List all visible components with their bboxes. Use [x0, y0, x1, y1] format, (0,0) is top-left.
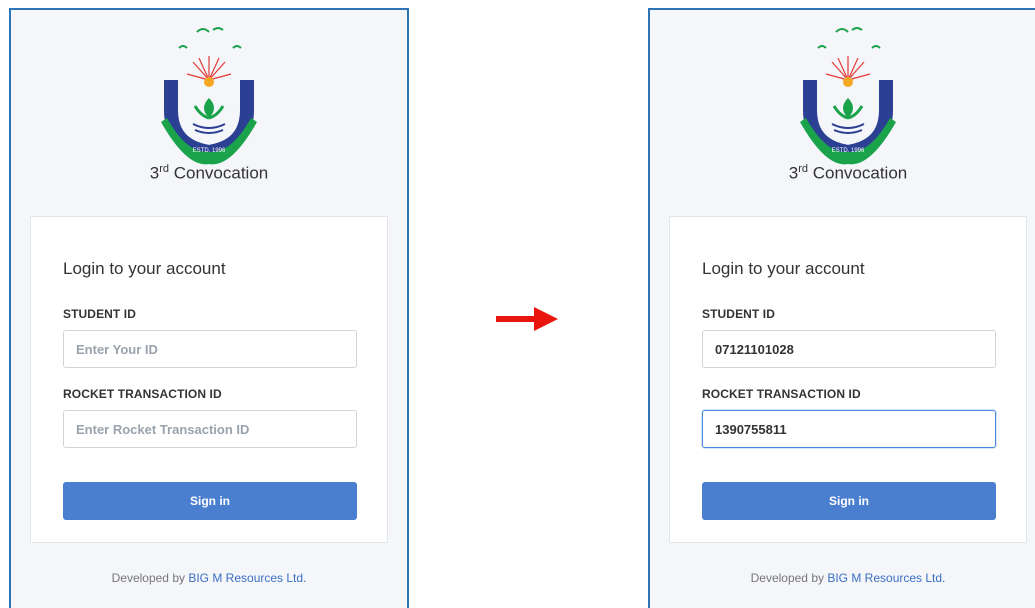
svg-text:ESTD. 1996: ESTD. 1996 — [193, 148, 226, 154]
rocket-transaction-id-label: ROCKET TRANSACTION ID — [702, 387, 861, 401]
arrow-right-icon — [496, 307, 558, 331]
login-card: Login to your account STUDENT ID ROCKET … — [30, 216, 388, 543]
footer: Developed by BIG M Resources Ltd. — [111, 571, 307, 585]
login-title: Login to your account — [63, 259, 226, 278]
university-seal-logo: ESTD. 1996 — [800, 27, 896, 165]
footer: Developed by BIG M Resources Ltd. — [750, 571, 946, 585]
student-id-label: STUDENT ID — [702, 307, 775, 321]
developer-link[interactable]: BIG M Resources Ltd. — [827, 571, 945, 585]
convocation-heading: 3rd Convocation — [149, 163, 269, 183]
student-id-input[interactable] — [63, 330, 357, 368]
sign-in-button[interactable]: Sign in — [702, 482, 996, 520]
rocket-transaction-id-input[interactable] — [702, 410, 996, 448]
student-id-label: STUDENT ID — [63, 307, 136, 321]
login-card: Login to your account STUDENT ID ROCKET … — [669, 216, 1027, 543]
login-panel-after: ESTD. 1996 3rd Convocation Login to your… — [648, 8, 1035, 608]
sign-in-button[interactable]: Sign in — [63, 482, 357, 520]
rocket-transaction-id-label: ROCKET TRANSACTION ID — [63, 387, 222, 401]
developer-link[interactable]: BIG M Resources Ltd. — [188, 571, 306, 585]
login-title: Login to your account — [702, 259, 865, 278]
university-seal-logo: ESTD. 1996 — [161, 27, 257, 165]
convocation-heading: 3rd Convocation — [788, 163, 908, 183]
student-id-input[interactable] — [702, 330, 996, 368]
login-panel-before: ESTD. 1996 3rd Convocation Login to your… — [9, 8, 409, 608]
svg-text:ESTD. 1996: ESTD. 1996 — [832, 148, 865, 154]
rocket-transaction-id-input[interactable] — [63, 410, 357, 448]
